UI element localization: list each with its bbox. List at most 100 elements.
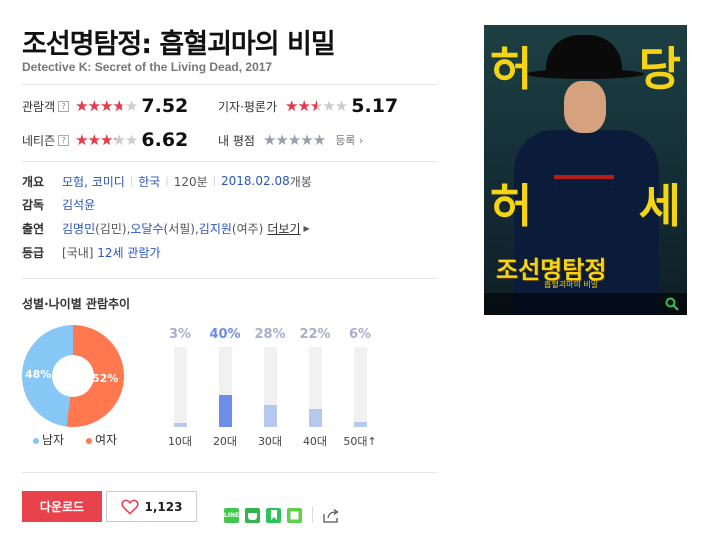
like-button[interactable]: 1,123 <box>106 491 197 522</box>
my-rating-stars[interactable]: ★★★★★ <box>263 132 326 148</box>
netizen-label: 네티즌 <box>22 133 56 148</box>
my-rating-label: 내 평점 <box>218 133 255 148</box>
age-bar-column: 22% 40대 <box>298 327 332 449</box>
female-percent: 52% <box>92 372 119 385</box>
age-bar-percent: 28% <box>254 327 286 342</box>
age-bar-column: 28% 30대 <box>253 327 287 449</box>
male-percent: 48% <box>25 368 52 381</box>
critic-label: 기자·평론가 <box>218 99 278 114</box>
share-bar: LINE <box>224 507 340 523</box>
male-dot-icon <box>33 437 39 444</box>
poster-char: 허 <box>490 179 533 233</box>
critic-score: 5.17 <box>351 95 399 117</box>
age-bar-track <box>218 347 232 427</box>
heart-icon <box>120 499 139 515</box>
age-bar-percent: 22% <box>299 327 331 342</box>
poster-figure-brim <box>526 69 644 79</box>
rating-enroll-link[interactable]: 등록 › <box>335 132 363 148</box>
bookmark-share-icon[interactable] <box>266 507 281 523</box>
country-link[interactable]: 한국 <box>138 173 160 190</box>
age-bar-percent: 40% <box>209 327 241 342</box>
age-bar-label: 40대 <box>302 435 328 448</box>
age-bar-label: 20대 <box>212 435 238 448</box>
blog-share-icon[interactable] <box>245 507 260 523</box>
age-bar-column: 40% 20대 <box>208 327 242 449</box>
cast-role: (김민), <box>95 221 131 236</box>
female-legend: 여자 <box>86 431 117 448</box>
director-row: 감독 김석윤 <box>22 195 95 213</box>
age-bar-fill <box>308 409 322 427</box>
divider: | <box>212 175 217 187</box>
netizen-score: 6.62 <box>141 129 189 151</box>
release-suffix: 개봉 <box>289 174 312 189</box>
cast-link[interactable]: 김지원 <box>199 220 232 237</box>
age-bar-column: 6% 50대↑ <box>343 327 377 449</box>
like-count: 1,123 <box>144 499 183 514</box>
grade-link[interactable]: 12세 관람가 <box>97 244 160 261</box>
cast-link[interactable]: 김명민 <box>62 220 95 237</box>
genre-link[interactable]: 모험, 코미디 <box>62 173 125 190</box>
line-share-icon[interactable]: LINE <box>224 507 239 523</box>
share-icon[interactable] <box>323 508 340 523</box>
zoom-search-icon[interactable] <box>665 297 679 311</box>
poster-char: 허 <box>490 42 533 96</box>
netizen-stars: ★★★★★★★★★★ <box>75 130 138 149</box>
critic-rating: 기자·평론가 ★★★★★★★★★★ 5.17 <box>218 94 398 118</box>
age-bar-percent: 6% <box>348 327 372 342</box>
female-dot-icon <box>86 437 92 444</box>
download-button[interactable]: 다운로드 <box>22 491 102 522</box>
cast-label: 출연 <box>22 221 45 236</box>
divider: | <box>129 175 134 187</box>
poster-figure-belt <box>554 175 614 179</box>
cast-role: (여주) <box>231 221 264 236</box>
cast-row: 출연 김명민 (김민), 오달수 (서필), 김지원 (여주) 더보기 ▶ <box>22 219 310 237</box>
director-label: 감독 <box>22 197 45 212</box>
chevron-right-icon: ▶ <box>303 223 310 233</box>
netizen-rating: 네티즌 ? ★★★★★★★★★★ 6.62 <box>22 128 188 152</box>
release-date-link[interactable]: 2018.02.08 <box>221 174 290 188</box>
help-icon[interactable]: ? <box>58 100 70 112</box>
audience-score: 7.52 <box>141 95 189 117</box>
age-bar-track <box>173 347 187 427</box>
movie-subtitle: Detective K: Secret of the Living Dead, … <box>22 60 273 74</box>
age-bar-track <box>353 347 367 427</box>
memo-share-icon[interactable] <box>287 507 302 523</box>
grade-label: 등급 <box>22 245 45 260</box>
age-bar-label: 30대 <box>257 435 283 448</box>
grade-prefix: [국내] <box>62 245 94 260</box>
poster-subtitle: 흡혈괴마의 비밀 <box>544 280 599 289</box>
poster-figure-face <box>564 81 606 133</box>
poster-char: 당 <box>638 42 681 96</box>
donut-hole <box>52 355 94 397</box>
age-bar-label: 50대↑ <box>343 435 377 448</box>
age-bar-fill <box>353 422 367 427</box>
audience-rating: 관람객 ? ★★★★★★★★★★ 7.52 <box>22 94 188 118</box>
age-bar-fill <box>218 395 232 427</box>
divider <box>22 472 437 473</box>
age-bar-track <box>263 347 277 427</box>
my-rating: 내 평점 ★★★★★ 등록 › <box>218 128 363 152</box>
poster-credit-bar <box>484 293 687 315</box>
age-bar-label: 10대 <box>167 435 193 448</box>
director-link[interactable]: 김석윤 <box>62 196 95 213</box>
male-label: 남자 <box>42 433 65 447</box>
grade-row: 등급 [국내] 12세 관람가 <box>22 243 161 261</box>
cast-role: (서필), <box>163 221 199 236</box>
overview-row: 개요 모험, 코미디 | 한국 | 120분 | 2018.02.08 개봉 <box>22 172 312 190</box>
audience-stars: ★★★★★★★★★★ <box>75 96 138 115</box>
trend-title: 성별·나이별 관람추이 <box>22 297 131 311</box>
age-bar-fill <box>173 423 187 427</box>
movie-title: 조선명탐정: 흡혈괴마의 비밀 <box>22 29 336 60</box>
divider <box>312 507 313 523</box>
age-bar-percent: 3% <box>168 327 192 342</box>
divider: | <box>165 175 169 187</box>
critic-stars: ★★★★★★★★★★ <box>285 96 348 115</box>
cast-more-link[interactable]: 더보기 <box>267 220 300 237</box>
runtime: 120분 <box>173 174 208 189</box>
cast-link[interactable]: 오달수 <box>130 220 163 237</box>
movie-poster[interactable]: 허 당 허 세 조선명탐정 흡혈괴마의 비밀 <box>484 25 687 315</box>
age-bar-track <box>308 347 322 427</box>
help-icon[interactable]: ? <box>58 134 70 146</box>
audience-label: 관람객 <box>22 99 56 114</box>
divider <box>22 161 437 162</box>
